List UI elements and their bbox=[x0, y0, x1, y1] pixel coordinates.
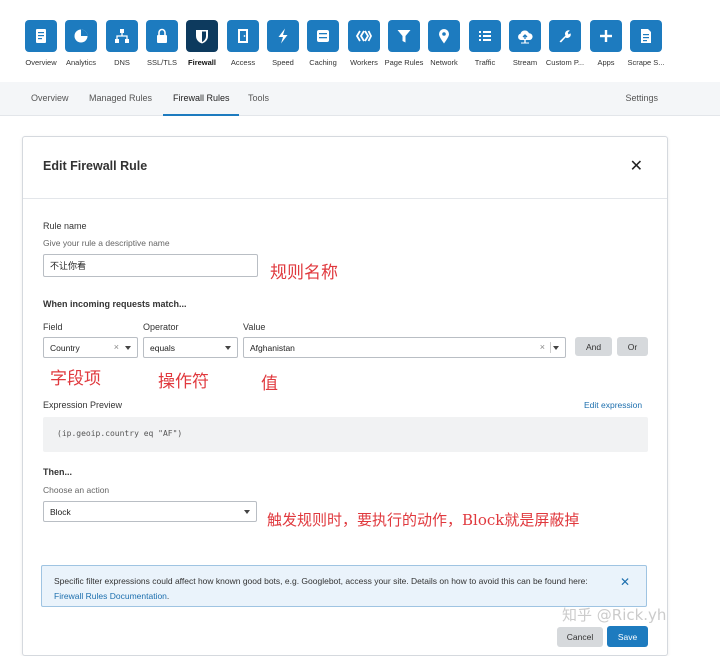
dialog-header: Edit Firewall Rule ✕ bbox=[23, 137, 667, 199]
tab-overview[interactable]: Overview bbox=[31, 93, 69, 103]
rule-name-input[interactable]: 不让你看 bbox=[43, 254, 258, 277]
divider bbox=[550, 342, 551, 353]
location-pin-icon bbox=[439, 29, 449, 44]
annotation-field: 字段项 bbox=[50, 369, 101, 389]
operator-select[interactable]: equals bbox=[143, 337, 238, 358]
cancel-button[interactable]: Cancel bbox=[557, 627, 603, 647]
tab-managed-rules[interactable]: Managed Rules bbox=[89, 93, 152, 103]
wrench-icon bbox=[559, 30, 571, 43]
edit-firewall-rule-dialog: Edit Firewall Rule ✕ Rule name Give your… bbox=[22, 136, 668, 656]
close-icon[interactable]: ✕ bbox=[630, 159, 643, 175]
tab-tools[interactable]: Tools bbox=[248, 93, 269, 103]
cloud-upload-icon bbox=[518, 30, 533, 44]
info-text: Specific filter expressions could affect… bbox=[54, 576, 588, 601]
then-heading: Then... bbox=[43, 467, 72, 477]
network-tree-icon bbox=[115, 29, 129, 43]
or-button[interactable]: Or bbox=[617, 337, 648, 356]
workers-icon bbox=[355, 30, 373, 42]
annotation-value: 值 bbox=[261, 374, 278, 394]
info-banner: Specific filter expressions could affect… bbox=[41, 565, 647, 607]
shield-icon bbox=[196, 30, 208, 44]
watermark: 知乎 @Rick.yh bbox=[562, 606, 667, 624]
close-icon[interactable]: ✕ bbox=[620, 575, 630, 589]
lightning-icon bbox=[278, 28, 288, 44]
annotation-operator: 操作符 bbox=[158, 372, 209, 392]
expression-preview-label: Expression Preview bbox=[43, 400, 123, 410]
active-tab-indicator bbox=[163, 114, 239, 116]
value-select[interactable]: Afghanistan × bbox=[243, 337, 566, 358]
door-icon bbox=[238, 29, 248, 43]
operator-label: Operator bbox=[143, 322, 179, 332]
page-icon bbox=[641, 29, 651, 43]
value-label: Value bbox=[243, 322, 266, 332]
operator-select-value: equals bbox=[150, 342, 176, 353]
top-navigation: Overview Analytics DNS SSL/TLS Firewall … bbox=[0, 0, 720, 82]
action-select[interactable]: Block bbox=[43, 501, 257, 522]
field-select-value: Country bbox=[50, 342, 80, 353]
pie-chart-icon bbox=[74, 29, 88, 43]
sub-navigation: Overview Managed Rules Firewall Rules To… bbox=[0, 82, 720, 116]
lock-icon bbox=[157, 28, 167, 43]
save-button[interactable]: Save bbox=[607, 626, 648, 647]
nav-item-scrape-shield[interactable]: Scrape S... bbox=[622, 20, 670, 67]
annotation-action: 触发规则时，要执行的动作，Block就是屏蔽掉 bbox=[267, 511, 580, 529]
chevron-down-icon bbox=[125, 346, 131, 350]
funnel-icon bbox=[397, 30, 411, 43]
field-label: Field bbox=[43, 322, 63, 332]
chevron-down-icon bbox=[553, 346, 559, 350]
annotation-rule-name: 规则名称 bbox=[270, 263, 338, 283]
dialog-title: Edit Firewall Rule bbox=[43, 159, 148, 173]
edit-expression-link[interactable]: Edit expression bbox=[584, 400, 642, 410]
list-icon bbox=[479, 31, 491, 41]
clear-icon[interactable]: × bbox=[540, 342, 545, 352]
settings-link[interactable]: Settings bbox=[625, 93, 658, 103]
plus-icon bbox=[600, 30, 612, 42]
and-button[interactable]: And bbox=[575, 337, 612, 356]
nav-label: Scrape S... bbox=[627, 58, 665, 67]
rule-name-hint: Give your rule a descriptive name bbox=[43, 238, 170, 248]
chevron-down-icon bbox=[244, 510, 250, 514]
match-heading: When incoming requests match... bbox=[43, 299, 187, 309]
firewall-rules-documentation-link[interactable]: Firewall Rules Documentation bbox=[54, 591, 167, 601]
value-select-value: Afghanistan bbox=[250, 342, 295, 353]
document-icon bbox=[36, 29, 46, 43]
tab-firewall-rules[interactable]: Firewall Rules bbox=[173, 93, 230, 103]
server-icon bbox=[317, 30, 329, 42]
action-hint: Choose an action bbox=[43, 485, 110, 495]
chevron-down-icon bbox=[225, 346, 231, 350]
rule-name-label: Rule name bbox=[43, 221, 87, 231]
clear-icon[interactable]: × bbox=[114, 342, 119, 352]
action-select-value: Block bbox=[50, 506, 71, 517]
field-select[interactable]: Country × bbox=[43, 337, 138, 358]
expression-preview: (ip.geoip.country eq "AF") bbox=[43, 417, 648, 452]
